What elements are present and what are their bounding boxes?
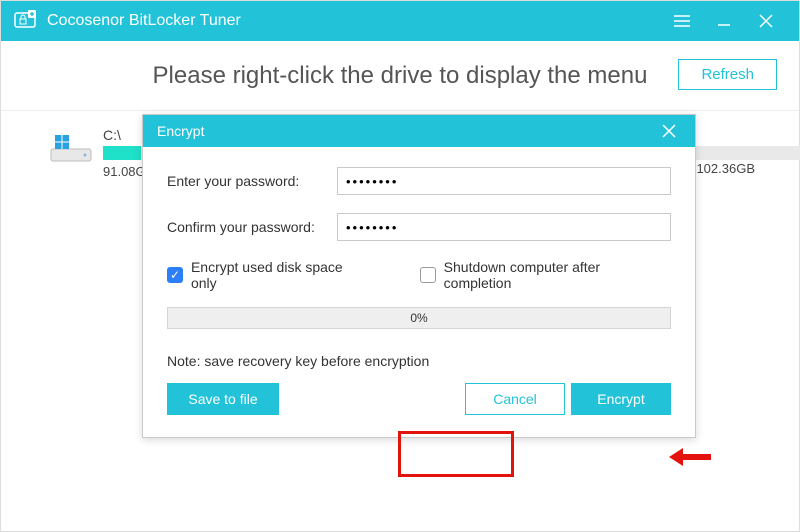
save-to-file-button[interactable]: Save to file: [167, 383, 279, 415]
dialog-body: Enter your password: Confirm your passwo…: [143, 147, 695, 437]
dialog-button-row: Save to file Cancel Encrypt: [167, 383, 671, 415]
encrypt-button[interactable]: Encrypt: [571, 383, 671, 415]
used-space-checkbox-wrapper[interactable]: Encrypt used disk space only: [167, 259, 372, 291]
options-row: Encrypt used disk space only Shutdown co…: [167, 259, 671, 291]
used-space-checkbox[interactable]: [167, 267, 183, 283]
annotation-arrow: [669, 448, 711, 466]
dialog-titlebar: Encrypt: [143, 115, 695, 147]
refresh-button[interactable]: Refresh: [678, 59, 777, 90]
app-title: Cocosenor BitLocker Tuner: [47, 12, 661, 30]
drive-free-text-right: f 102.36GB: [689, 161, 755, 176]
minimize-button[interactable]: [703, 1, 745, 41]
password-row: Enter your password:: [167, 167, 671, 195]
close-button[interactable]: [745, 1, 787, 41]
note-text: Note: save recovery key before encryptio…: [167, 353, 671, 369]
instruction-text: Please right-click the drive to display …: [153, 62, 648, 90]
shutdown-checkbox-wrapper[interactable]: Shutdown computer after completion: [420, 259, 671, 291]
dialog-title-text: Encrypt: [157, 123, 204, 139]
confirm-password-row: Confirm your password:: [167, 213, 671, 241]
menu-button[interactable]: [661, 1, 703, 41]
used-space-label: Encrypt used disk space only: [191, 259, 372, 291]
progress-bar: 0%: [167, 307, 671, 329]
app-logo-icon: [13, 9, 37, 33]
dialog-close-button[interactable]: [657, 119, 681, 143]
progress-text: 0%: [410, 311, 427, 325]
encrypt-dialog: Encrypt Enter your password: Confirm you…: [142, 114, 696, 438]
shutdown-label: Shutdown computer after completion: [444, 259, 671, 291]
drive-icon: [49, 131, 93, 165]
password-label: Enter your password:: [167, 173, 337, 189]
cancel-button[interactable]: Cancel: [465, 383, 565, 415]
subheader: Please right-click the drive to display …: [1, 41, 799, 111]
titlebar: Cocosenor BitLocker Tuner: [1, 1, 799, 41]
confirm-password-label: Confirm your password:: [167, 219, 337, 235]
confirm-password-input[interactable]: [337, 213, 671, 241]
shutdown-checkbox[interactable]: [420, 267, 436, 283]
password-input[interactable]: [337, 167, 671, 195]
drive-usage-fill: [103, 146, 141, 160]
